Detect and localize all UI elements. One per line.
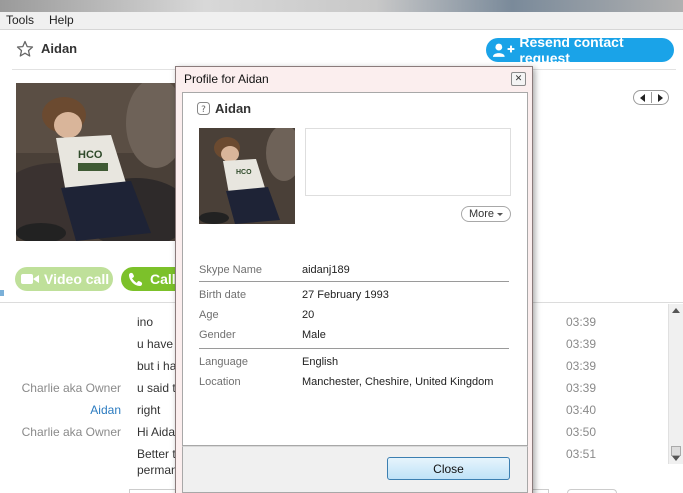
chat-time: 03:39 [566, 337, 597, 351]
menu-help[interactable]: Help [49, 13, 74, 27]
field-label-language: Language [199, 356, 248, 368]
field-value-age: 20 [302, 309, 315, 321]
phone-icon [129, 272, 143, 286]
caret-down-icon [497, 212, 504, 216]
chat-text: right [137, 403, 161, 417]
profile-name: Aidan [215, 101, 252, 116]
chat-sender: Charlie aka Owner [21, 425, 121, 439]
video-camera-icon [21, 274, 39, 284]
chat-scrollbar[interactable] [668, 304, 683, 464]
field-value-location: Manchester, Cheshire, United Kingdom [302, 376, 494, 388]
chat-time: 03:39 [566, 381, 597, 395]
dialog-footer: Close [182, 446, 528, 493]
profile-photo: HCO [199, 128, 295, 224]
send-button[interactable] [567, 489, 617, 493]
svg-text:?: ? [201, 105, 206, 115]
field-value-gender: Male [302, 329, 326, 341]
more-label: More [468, 208, 495, 220]
mood-message-box [305, 128, 511, 196]
contact-photo: HCO [16, 83, 177, 241]
desktop-background-strip [0, 0, 683, 12]
chat-text: u have [137, 337, 174, 351]
field-label-birth-date: Birth date [199, 289, 247, 301]
chat-time: 03:51 [566, 447, 597, 461]
chat-sender: Charlie aka Owner [21, 381, 121, 395]
field-label-age: Age [199, 309, 219, 321]
chat-text: ino [137, 315, 154, 329]
field-label-skype-name: Skype Name [199, 264, 262, 276]
chat-time: 03:39 [566, 315, 597, 329]
video-call-label: Video call [44, 271, 110, 287]
field-label-location: Location [199, 376, 241, 388]
field-value-skype-name: aidanj189 [302, 264, 350, 276]
photo-navigation [633, 90, 669, 105]
svg-text:HCO: HCO [78, 149, 103, 161]
unknown-status-icon: ? [197, 102, 210, 115]
nav-divider [651, 92, 652, 103]
resend-label: Resend contact request [519, 34, 624, 66]
field-value-birth-date: 27 February 1993 [302, 289, 389, 301]
scroll-thumb[interactable] [671, 446, 681, 456]
menu-tools[interactable]: Tools [6, 13, 34, 27]
scroll-up-arrow-icon[interactable] [672, 308, 680, 313]
svg-text:HCO: HCO [236, 169, 252, 176]
call-label: Call [150, 271, 176, 287]
more-button[interactable]: More [461, 206, 511, 222]
video-call-button[interactable]: Video call [15, 267, 113, 291]
chat-sender: Aidan [90, 403, 121, 417]
dialog-close-icon[interactable]: ✕ [511, 72, 526, 86]
close-button[interactable]: Close [387, 457, 510, 480]
scroll-down-arrow-icon[interactable] [672, 456, 680, 461]
favorite-star-icon[interactable] [16, 40, 34, 58]
chevron-left-icon[interactable] [639, 94, 647, 102]
menu-bar: Tools Help [0, 12, 683, 30]
dialog-title: Profile for Aidan [184, 72, 269, 86]
resend-contact-request-button[interactable]: Resend contact request [486, 34, 674, 66]
chat-time: 03:40 [566, 403, 597, 417]
field-divider [199, 348, 509, 349]
add-contact-icon [492, 43, 515, 57]
split-handle[interactable] [0, 290, 4, 296]
field-divider [199, 281, 509, 282]
field-label-gender: Gender [199, 329, 236, 341]
chat-time: 03:50 [566, 425, 597, 439]
profile-dialog: Profile for Aidan ✕ ? Aidan HCO More Sky… [175, 66, 533, 493]
field-value-language: English [302, 356, 339, 368]
profile-content: ? Aidan HCO More Skype Name aidanj189 Bi… [182, 92, 528, 446]
chat-time: 03:39 [566, 359, 597, 373]
contact-name: Aidan [41, 41, 78, 56]
chevron-right-icon[interactable] [656, 94, 664, 102]
